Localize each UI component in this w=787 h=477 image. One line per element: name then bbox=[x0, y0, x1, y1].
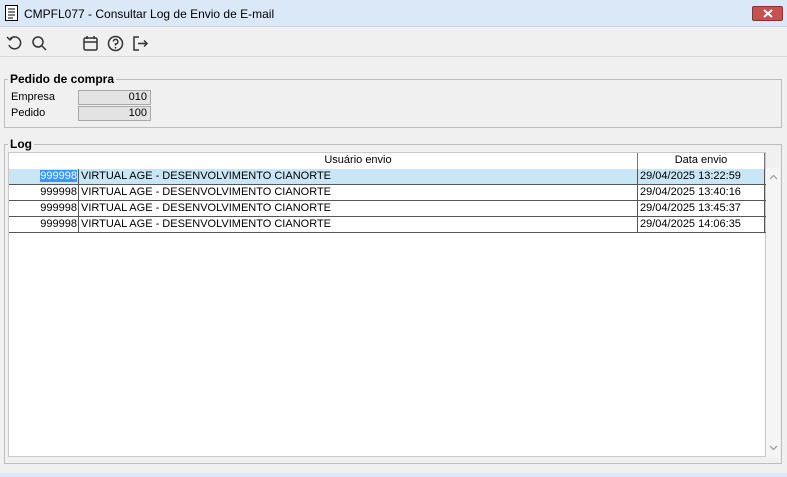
log-group-title: Log bbox=[8, 137, 34, 151]
help-icon bbox=[107, 35, 123, 51]
row-data: 29/04/2025 14:06:35 bbox=[638, 217, 765, 232]
chevron-up-icon bbox=[769, 174, 777, 180]
header-usuario[interactable]: Usuário envio bbox=[79, 153, 638, 169]
search-icon bbox=[31, 35, 47, 51]
row-usuario: VIRTUAL AGE - DESENVOLVIMENTO CIANORTE bbox=[79, 217, 638, 232]
row-usuario: VIRTUAL AGE - DESENVOLVIMENTO CIANORTE bbox=[79, 185, 638, 200]
row-usuario: VIRTUAL AGE - DESENVOLVIMENTO CIANORTE bbox=[79, 201, 638, 216]
row-data: 29/04/2025 13:45:37 bbox=[638, 201, 765, 216]
pedido-group-title: Pedido de compra bbox=[8, 72, 117, 86]
row-data: 29/04/2025 13:40:16 bbox=[638, 185, 765, 200]
pedido-label: Pedido bbox=[11, 107, 46, 119]
vertical-scrollbar[interactable] bbox=[766, 168, 780, 457]
window-bottom-border bbox=[0, 473, 787, 477]
header-data[interactable]: Data envio bbox=[638, 153, 765, 169]
pedido-field[interactable]: 100 bbox=[78, 106, 151, 121]
table-row[interactable]: 999998 VIRTUAL AGE - DESENVOLVIMENTO CIA… bbox=[9, 217, 766, 233]
table-header: Usuário envio Data envio bbox=[9, 153, 765, 170]
row-code: 999998 bbox=[9, 185, 79, 200]
calendar-button[interactable] bbox=[81, 34, 99, 52]
empresa-field[interactable]: 010 bbox=[78, 90, 151, 105]
search-button[interactable] bbox=[30, 34, 48, 52]
row-code-text: 999998 bbox=[40, 170, 77, 182]
row-code: 999998 bbox=[9, 169, 79, 184]
chevron-down-icon bbox=[769, 445, 777, 451]
row-code: 999998 bbox=[9, 217, 79, 232]
table-row[interactable]: 999998 VIRTUAL AGE - DESENVOLVIMENTO CIA… bbox=[9, 169, 766, 185]
title-bar: CMPFL077 - Consultar Log de Envio de E-m… bbox=[0, 0, 787, 27]
exit-button[interactable] bbox=[131, 34, 149, 52]
log-table[interactable]: Usuário envio Data envio 999998 VIRTUAL … bbox=[8, 152, 766, 457]
row-code: 999998 bbox=[9, 201, 79, 216]
undo-button[interactable] bbox=[5, 34, 23, 52]
document-icon bbox=[5, 5, 18, 21]
close-button[interactable] bbox=[752, 6, 783, 21]
table-row[interactable]: 999998 VIRTUAL AGE - DESENVOLVIMENTO CIA… bbox=[9, 185, 766, 201]
close-icon bbox=[762, 9, 773, 18]
help-button[interactable] bbox=[106, 34, 124, 52]
table-row[interactable]: 999998 VIRTUAL AGE - DESENVOLVIMENTO CIA… bbox=[9, 201, 766, 217]
exit-icon bbox=[132, 35, 148, 51]
toolbar bbox=[0, 27, 787, 57]
scroll-down-button[interactable] bbox=[766, 441, 780, 455]
row-usuario: VIRTUAL AGE - DESENVOLVIMENTO CIANORTE bbox=[79, 169, 638, 184]
calendar-icon bbox=[82, 35, 98, 51]
pedido-group: Pedido de compra Empresa 010 Pedido 100 bbox=[4, 72, 782, 128]
scroll-up-button[interactable] bbox=[766, 170, 780, 184]
empresa-label: Empresa bbox=[11, 91, 56, 103]
undo-icon bbox=[5, 35, 21, 50]
window-title: CMPFL077 - Consultar Log de Envio de E-m… bbox=[24, 7, 275, 21]
row-data: 29/04/2025 13:22:59 bbox=[638, 169, 765, 184]
header-code bbox=[9, 153, 79, 169]
